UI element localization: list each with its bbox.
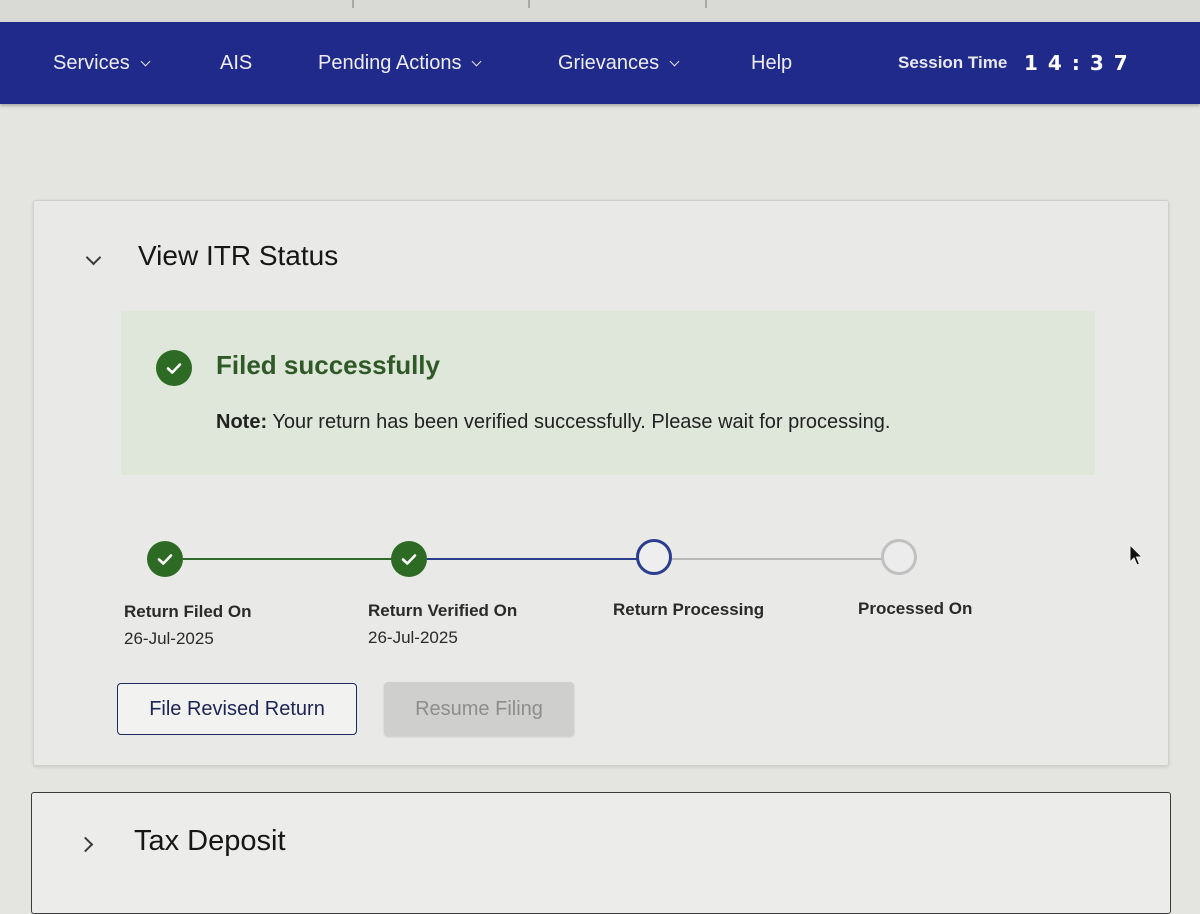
top-navbar: Services AIS Pending Actions Grievances …: [0, 22, 1200, 104]
step-processing-circle-icon: [636, 539, 672, 575]
tax-deposit-title[interactable]: Tax Deposit: [134, 825, 286, 858]
step-label-processed: Processed On: [858, 599, 973, 618]
nav-grievances[interactable]: Grievances: [558, 22, 680, 104]
nav-ais[interactable]: AIS: [220, 22, 252, 104]
step-processed-circle-icon: [881, 539, 917, 575]
nav-grievances-label: Grievances: [558, 51, 660, 74]
nav-services[interactable]: Services: [53, 22, 151, 104]
tab-divider: [705, 0, 707, 8]
itr-status-title[interactable]: View ITR Status: [138, 240, 338, 272]
nav-help[interactable]: Help: [751, 22, 792, 104]
step-label-verified: Return Verified On: [368, 601, 518, 620]
nav-services-label: Services: [53, 51, 130, 74]
tab-divider: [352, 0, 354, 8]
step-filed-check-icon: [147, 541, 183, 577]
resume-filing-button: Resume Filing: [384, 682, 574, 736]
nav-help-label: Help: [751, 51, 793, 74]
alert-note: Note: Your return has been verified succ…: [216, 411, 890, 434]
check-circle-icon: [156, 350, 192, 386]
alert-note-text: Your return has been verified successful…: [272, 411, 891, 433]
step-date-filed: 26-Jul-2025: [124, 629, 214, 648]
step-date-verified: 26-Jul-2025: [368, 628, 458, 647]
chevron-down-icon: [140, 56, 151, 66]
chevron-down-icon: [669, 56, 680, 66]
step-label-processing: Return Processing: [613, 600, 765, 619]
nav-pending-actions[interactable]: Pending Actions: [318, 22, 482, 104]
alert-note-label: Note:: [216, 411, 268, 433]
session-time-label: Session Time: [898, 53, 1008, 72]
file-revised-return-button[interactable]: File Revised Return: [117, 683, 357, 735]
nav-pending-actions-label: Pending Actions: [318, 51, 462, 74]
step-verified-check-icon: [391, 541, 427, 577]
tab-divider: [528, 0, 530, 8]
session-time-value: 14:37: [1024, 51, 1138, 75]
progress-line-pending: [670, 558, 882, 560]
nav-ais-label: AIS: [220, 51, 253, 74]
alert-title: Filed successfully: [216, 350, 440, 380]
itr-status-card: [33, 200, 1169, 766]
chevron-down-icon: [471, 56, 482, 66]
step-label-filed: Return Filed On: [124, 602, 252, 621]
mouse-pointer-icon: [1129, 544, 1144, 566]
success-alert: [121, 311, 1095, 475]
progress-line-complete: [183, 558, 409, 560]
progress-line-active: [427, 558, 637, 560]
